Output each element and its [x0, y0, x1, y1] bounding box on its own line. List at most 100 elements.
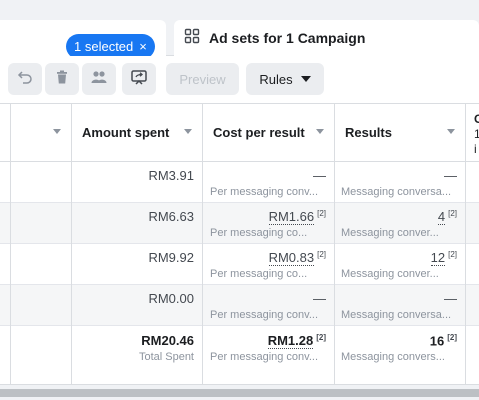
- results-value: —: [444, 291, 457, 306]
- cost-per-result-subtext: Per messaging co...: [210, 227, 308, 239]
- column-header-partial-right[interactable]: C 1 i: [466, 104, 479, 162]
- tab-adsets[interactable]: Ad sets for 1 Campaign: [174, 20, 479, 56]
- table-row: [0, 244, 10, 285]
- results-subtext: Messaging conver...: [341, 227, 439, 239]
- cost-per-result-subtext: Per messaging conv...: [210, 309, 319, 321]
- scrollbar-thumb[interactable]: [0, 389, 479, 397]
- top-strip: [0, 0, 479, 10]
- header-label: Cost per result: [213, 125, 305, 140]
- table-row: [0, 162, 10, 203]
- table-row: [466, 162, 479, 203]
- total-results: 16 [2]: [430, 333, 457, 348]
- header-label: Results: [345, 125, 392, 140]
- total-row: RM20.46 Total Spent: [72, 326, 202, 384]
- footnote-marker[interactable]: [2]: [448, 250, 457, 259]
- column-header-results[interactable]: Results: [335, 104, 465, 162]
- amount-spent-value: RM9.92: [148, 250, 194, 265]
- table-row: [0, 203, 10, 244]
- result-count: —: [444, 168, 457, 183]
- header-label: 1: [474, 127, 479, 141]
- table-row: RM6.63: [72, 203, 202, 244]
- cost-per-result-value: RM1.66 [2]: [268, 209, 326, 226]
- caret-down-icon: [300, 76, 311, 82]
- total-amount-spent: RM20.46: [141, 333, 194, 348]
- delete-button[interactable]: [45, 63, 79, 95]
- cost-value: —: [313, 291, 326, 306]
- audience-button[interactable]: [82, 63, 116, 95]
- results-value: —: [444, 168, 457, 183]
- adsets-tab-label: Ad sets for 1 Campaign: [209, 30, 366, 46]
- rules-label: Rules: [259, 71, 293, 87]
- total-cost-subtext: Per messaging conv...: [210, 351, 319, 363]
- table-row: 4 [2] Messaging conver...: [335, 203, 465, 244]
- column-amount-spent: Amount spent RM3.91 RM6.63 RM9.92 RM0.00…: [72, 104, 203, 384]
- results-subtext: Messaging conversa...: [341, 186, 452, 198]
- amount-spent-value: RM0.00: [148, 291, 194, 306]
- table-row: — Messaging conversa...: [335, 285, 465, 326]
- undo-button[interactable]: [8, 63, 42, 95]
- results-table: Amount spent RM3.91 RM6.63 RM9.92 RM0.00…: [0, 104, 479, 384]
- result-count[interactable]: 4: [437, 209, 446, 226]
- table-row: [11, 203, 71, 244]
- table-row: RM9.92: [72, 244, 202, 285]
- trash-icon: [54, 69, 70, 90]
- column-header-cost-per-result[interactable]: Cost per result: [203, 104, 334, 162]
- header-label: C: [474, 112, 479, 126]
- table-row: — Messaging conversa...: [335, 162, 465, 203]
- table-row: [11, 162, 71, 203]
- share-icon: [130, 69, 148, 90]
- rules-dropdown[interactable]: Rules: [246, 63, 324, 95]
- table-row: [466, 203, 479, 244]
- table-row: [466, 285, 479, 326]
- tab-campaigns[interactable]: 1 selected ×: [0, 20, 166, 59]
- undo-icon: [17, 69, 33, 90]
- share-button[interactable]: [122, 63, 156, 95]
- cost-per-result-subtext: Per messaging conv...: [210, 186, 319, 198]
- table-row: RM1.66 [2] Per messaging co...: [203, 203, 334, 244]
- results-subtext: Messaging conversa...: [341, 309, 452, 321]
- cost-value[interactable]: RM0.83: [268, 250, 315, 267]
- total-cost-per-result: RM1.28 [2]: [267, 333, 326, 350]
- cost-per-result-subtext: Per messaging co...: [210, 268, 308, 280]
- table-row: 12 [2] Messaging conver...: [335, 244, 465, 285]
- total-row: [466, 326, 479, 384]
- horizontal-scrollbar[interactable]: [0, 384, 479, 400]
- table-row: — Per messaging conv...: [203, 162, 334, 203]
- footnote-marker[interactable]: [2]: [317, 209, 326, 218]
- sort-caret-icon[interactable]: [316, 129, 324, 134]
- table-row: [11, 285, 71, 326]
- column-results: Results — Messaging conversa... 4 [2] Mes…: [335, 104, 466, 384]
- result-count[interactable]: 12: [430, 250, 446, 267]
- table-row: RM0.83 [2] Per messaging co...: [203, 244, 334, 285]
- footnote-marker[interactable]: [2]: [317, 250, 326, 259]
- tab-bar: 1 selected × Ad sets for 1 Campaign: [0, 10, 479, 59]
- column-header-amount-spent[interactable]: Amount spent: [72, 104, 202, 162]
- table-row: — Per messaging conv...: [203, 285, 334, 326]
- sort-caret-icon[interactable]: [184, 129, 192, 134]
- grid-icon: [184, 28, 200, 49]
- footnote-marker[interactable]: [2]: [447, 333, 457, 342]
- table-row: [11, 244, 71, 285]
- cost-per-result-value: —: [313, 168, 326, 183]
- footnote-marker[interactable]: [2]: [448, 209, 457, 218]
- column-partial-left: [0, 104, 20, 384]
- amount-spent-value: RM3.91: [148, 168, 194, 183]
- column-header-name[interactable]: [11, 104, 71, 162]
- sort-caret-icon[interactable]: [447, 129, 455, 134]
- toolbar: Preview Rules: [0, 56, 479, 104]
- sort-caret-icon[interactable]: [53, 129, 61, 134]
- column-cost-per-result: Cost per result — Per messaging conv... …: [203, 104, 335, 384]
- footnote-marker[interactable]: [2]: [316, 333, 326, 342]
- cost-value[interactable]: RM1.28: [267, 333, 314, 350]
- total-row: RM1.28 [2] Per messaging conv...: [203, 326, 334, 384]
- cost-per-result-value: —: [313, 291, 326, 306]
- preview-button[interactable]: Preview: [166, 63, 239, 95]
- header-label: i: [474, 142, 477, 156]
- header-label: Amount spent: [82, 125, 170, 140]
- total-amount-label: Total Spent: [138, 351, 194, 363]
- results-value: 12 [2]: [430, 250, 457, 267]
- total-row: 16 [2] Messaging convers...: [335, 326, 465, 384]
- cost-value[interactable]: RM1.66: [268, 209, 315, 226]
- result-count: —: [444, 291, 457, 306]
- table-row: RM3.91: [72, 162, 202, 203]
